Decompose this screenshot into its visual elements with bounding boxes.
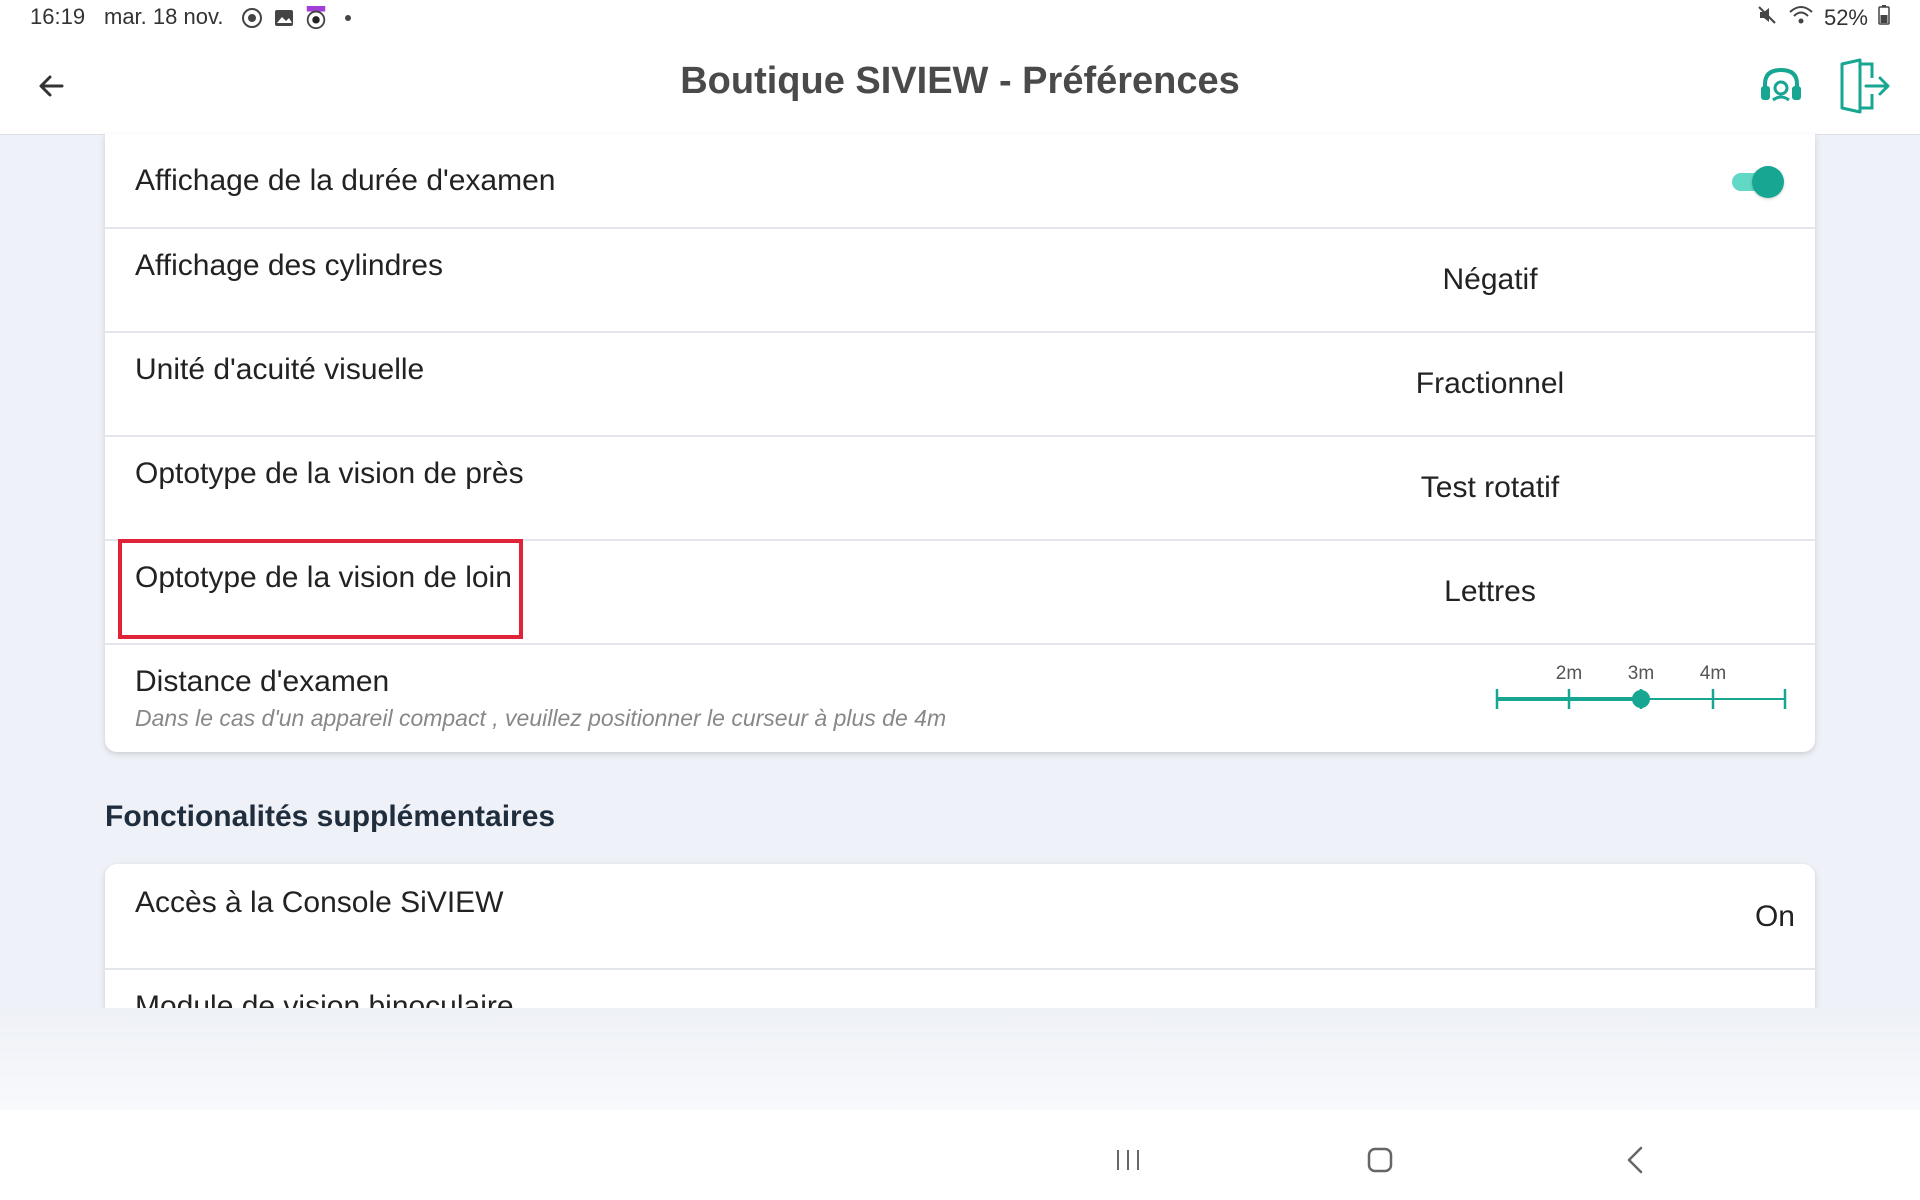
setting-label: Optotype de la vision de loin xyxy=(135,561,512,594)
slider-tick-label: 3m xyxy=(1628,663,1654,684)
setting-row-far-optotype[interactable]: Optotype de la vision de loin Lettres xyxy=(105,539,1815,645)
home-icon[interactable] xyxy=(1360,1140,1400,1180)
setting-row-console-access[interactable]: Accès à la Console SiVIEW On xyxy=(105,864,1815,970)
slider-thumb[interactable] xyxy=(1632,690,1650,708)
setting-label: Accès à la Console SiVIEW xyxy=(135,886,504,919)
support-headset-icon[interactable] xyxy=(1755,60,1807,112)
setting-label: Unité d'acuité visuelle xyxy=(135,353,425,386)
system-indicators: 52% xyxy=(1756,4,1890,32)
slider-tick-label: 2m xyxy=(1556,663,1582,684)
status-bar: 16:19 mar. 18 nov. 52% xyxy=(0,0,1920,36)
system-nav-bar xyxy=(0,1110,1920,1200)
more-dot-icon xyxy=(336,6,360,30)
page-title: Boutique SIVIEW - Préférences xyxy=(680,60,1240,102)
record-icon xyxy=(240,6,264,30)
setting-label: Optotype de la vision de près xyxy=(135,457,524,490)
logout-icon[interactable] xyxy=(1836,58,1892,114)
section-title-extra-features: Fonctionalités supplémentaires xyxy=(105,800,556,833)
setting-row-cylinders[interactable]: Affichage des cylindres Négatif xyxy=(105,227,1815,333)
app-header: Boutique SIVIEW - Préférences xyxy=(0,36,1920,135)
exam-duration-toggle[interactable] xyxy=(1730,166,1784,198)
setting-value[interactable]: Test rotatif xyxy=(1305,471,1675,505)
setting-row-exam-distance[interactable]: Distance d'examen Dans le cas d'un appar… xyxy=(105,643,1815,752)
toggle-knob xyxy=(1752,166,1784,198)
status-time: 16:19 xyxy=(30,4,86,29)
system-back-icon[interactable] xyxy=(1615,1140,1655,1180)
setting-hint: Dans le cas d'un appareil compact , veui… xyxy=(135,705,947,731)
slider-tick-label: 4m xyxy=(1700,663,1726,684)
recent-apps-icon[interactable] xyxy=(1108,1140,1148,1180)
setting-value[interactable]: Fractionnel xyxy=(1305,367,1675,401)
scroll-fade xyxy=(0,1008,1920,1118)
setting-row-exam-duration[interactable]: Affichage de la durée d'examen xyxy=(105,134,1815,229)
setting-value[interactable]: On xyxy=(1575,900,1795,934)
preferences-card: Affichage de la durée d'examen Affichage… xyxy=(105,134,1815,752)
setting-label: Distance d'examen xyxy=(135,665,390,698)
mute-icon xyxy=(1756,4,1778,32)
setting-label: Affichage des cylindres xyxy=(135,249,443,282)
battery-level: 52% xyxy=(1823,5,1868,30)
app-notification-icon xyxy=(304,6,328,30)
battery-icon xyxy=(1878,5,1890,31)
status-date: mar. 18 nov. xyxy=(104,4,224,29)
setting-value[interactable]: Lettres xyxy=(1305,575,1675,609)
setting-value[interactable]: Négatif xyxy=(1305,263,1675,297)
gallery-icon xyxy=(272,6,296,30)
wifi-icon xyxy=(1788,4,1814,32)
setting-label: Affichage de la durée d'examen xyxy=(135,164,556,197)
setting-row-visual-acuity-unit[interactable]: Unité d'acuité visuelle Fractionnel xyxy=(105,331,1815,437)
extra-features-card: Accès à la Console SiVIEW On Module de v… xyxy=(105,864,1815,1008)
setting-row-near-optotype[interactable]: Optotype de la vision de près Test rotat… xyxy=(105,435,1815,541)
notification-icons xyxy=(240,6,360,30)
setting-label: Module de vision binoculaire xyxy=(135,990,514,1008)
setting-row-binocular-module[interactable]: Module de vision binoculaire xyxy=(105,968,1815,1008)
exam-distance-slider[interactable]: 2m 3m 4m xyxy=(1485,653,1805,733)
